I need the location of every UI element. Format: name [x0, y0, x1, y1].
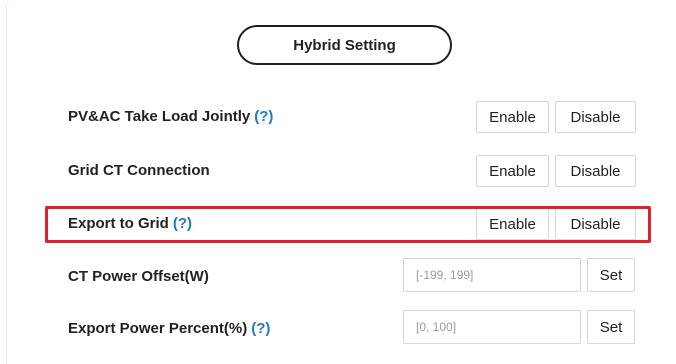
row-label-text: Export to Grid	[68, 215, 169, 232]
row-label-pv-ac-take-load-jointly: PV&AC Take Load Jointly (?)	[68, 108, 273, 125]
row-label-text: PV&AC Take Load Jointly	[68, 108, 251, 125]
set-button-ct-power-offset[interactable]: Set	[587, 258, 635, 292]
row-label-text: Grid CT Connection	[68, 162, 210, 179]
row-label-export-power-percent: Export Power Percent(%) (?)	[68, 320, 270, 337]
row-label-export-to-grid: Export to Grid (?)	[68, 215, 192, 232]
section-title-hybrid-setting: Hybrid Setting	[237, 25, 452, 65]
help-link[interactable]: (?)	[254, 108, 273, 125]
ct-power-offset-input[interactable]: [-199, 199]	[403, 258, 581, 292]
help-link[interactable]: (?)	[251, 320, 270, 337]
help-link[interactable]: (?)	[173, 215, 192, 232]
disable-button-pv-ac-take-load-jointly[interactable]: Disable	[555, 101, 636, 133]
row-label-text: CT Power Offset(W)	[68, 268, 209, 285]
disable-button-export-to-grid[interactable]: Disable	[555, 208, 636, 240]
enable-button-pv-ac-take-load-jointly[interactable]: Enable	[476, 101, 549, 133]
enable-button-grid-ct-connection[interactable]: Enable	[476, 155, 549, 187]
disable-button-grid-ct-connection[interactable]: Disable	[555, 155, 636, 187]
enable-button-export-to-grid[interactable]: Enable	[476, 208, 549, 240]
export-power-percent-input[interactable]: [0, 100]	[403, 310, 581, 344]
set-button-export-power-percent[interactable]: Set	[587, 310, 635, 344]
row-label-ct-power-offset: CT Power Offset(W)	[68, 268, 209, 285]
row-label-grid-ct-connection: Grid CT Connection	[68, 162, 210, 179]
row-label-text: Export Power Percent(%)	[68, 320, 248, 337]
